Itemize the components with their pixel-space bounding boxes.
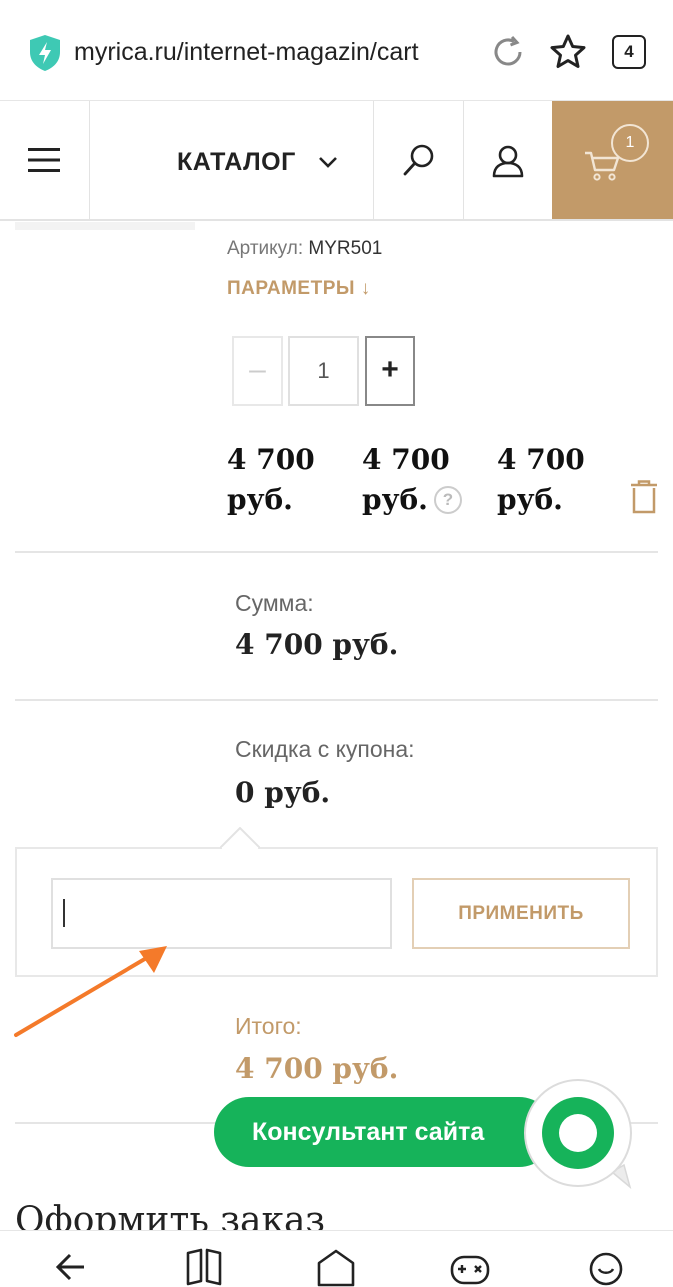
trash-icon[interactable] bbox=[630, 480, 658, 514]
consultant-button[interactable]: Консультант сайта bbox=[214, 1097, 554, 1167]
account-button[interactable] bbox=[464, 101, 552, 219]
consultant-label: Консультант сайта bbox=[252, 1118, 485, 1146]
sku-value: MYR501 bbox=[308, 238, 383, 259]
apply-coupon-button[interactable]: ПРИМЕНИТЬ bbox=[412, 878, 630, 949]
games-icon[interactable] bbox=[450, 1247, 490, 1287]
shield-icon bbox=[30, 35, 60, 71]
tab-count-button[interactable]: 4 bbox=[612, 35, 646, 69]
quantity-decrease-button[interactable]: – bbox=[232, 336, 283, 406]
url-text[interactable]: myrica.ru/internet-magazin/cart bbox=[74, 38, 419, 67]
chat-bubble-icon[interactable] bbox=[522, 1077, 638, 1193]
divider bbox=[15, 699, 658, 701]
search-icon bbox=[403, 144, 434, 176]
reload-icon[interactable] bbox=[490, 34, 526, 70]
sum-value: 4 700 руб. bbox=[235, 628, 399, 661]
sum-label: Сумма: bbox=[235, 590, 314, 616]
star-icon[interactable] bbox=[548, 32, 588, 72]
cart-button[interactable]: 1 bbox=[552, 101, 673, 219]
catalog-button[interactable]: КАТАЛОГ bbox=[90, 101, 374, 219]
discount-value: 0 руб. bbox=[235, 776, 331, 809]
annotation-arrow-icon bbox=[14, 946, 167, 1037]
discount-label: Скидка с купона: bbox=[235, 736, 415, 762]
sku: Артикул: MYR501 bbox=[227, 238, 382, 260]
chevron-down-icon bbox=[319, 157, 337, 168]
bookmarks-icon[interactable] bbox=[184, 1247, 224, 1287]
hamburger-icon bbox=[28, 148, 60, 172]
browser-url-bar: myrica.ru/internet-magazin/cart 4 bbox=[0, 0, 673, 101]
sku-label: Артикул: bbox=[227, 238, 304, 259]
quantity-increase-button[interactable]: + bbox=[365, 336, 415, 406]
text-cursor bbox=[63, 899, 65, 927]
back-icon[interactable] bbox=[48, 1247, 88, 1287]
site-header: КАТАЛОГ 1 bbox=[0, 101, 673, 221]
cart-icon bbox=[585, 151, 620, 181]
product-image-edge bbox=[15, 222, 195, 230]
price-with-help: 4 700 руб. ? bbox=[362, 440, 482, 520]
quantity-input[interactable]: 1 bbox=[288, 336, 359, 406]
help-icon[interactable]: ? bbox=[434, 486, 462, 514]
search-button[interactable] bbox=[374, 101, 464, 219]
cart-count-badge: 1 bbox=[611, 124, 649, 162]
home-icon[interactable] bbox=[316, 1247, 356, 1287]
unit-price: 4 700 руб. bbox=[227, 443, 315, 516]
divider bbox=[15, 551, 658, 553]
coupon-panel-notch bbox=[220, 827, 260, 849]
total-value: 4 700 руб. bbox=[235, 1052, 399, 1085]
parameters-link[interactable]: ПАРАМЕТРЫ ↓ bbox=[227, 278, 371, 300]
user-icon bbox=[492, 145, 524, 178]
bottom-navigation bbox=[0, 1230, 673, 1287]
total-label: Итого: bbox=[235, 1013, 302, 1039]
profile-icon[interactable] bbox=[586, 1247, 626, 1287]
catalog-label: КАТАЛОГ bbox=[177, 148, 296, 176]
menu-button[interactable] bbox=[0, 101, 90, 219]
line-total-price: 4 700 руб. bbox=[497, 443, 585, 516]
